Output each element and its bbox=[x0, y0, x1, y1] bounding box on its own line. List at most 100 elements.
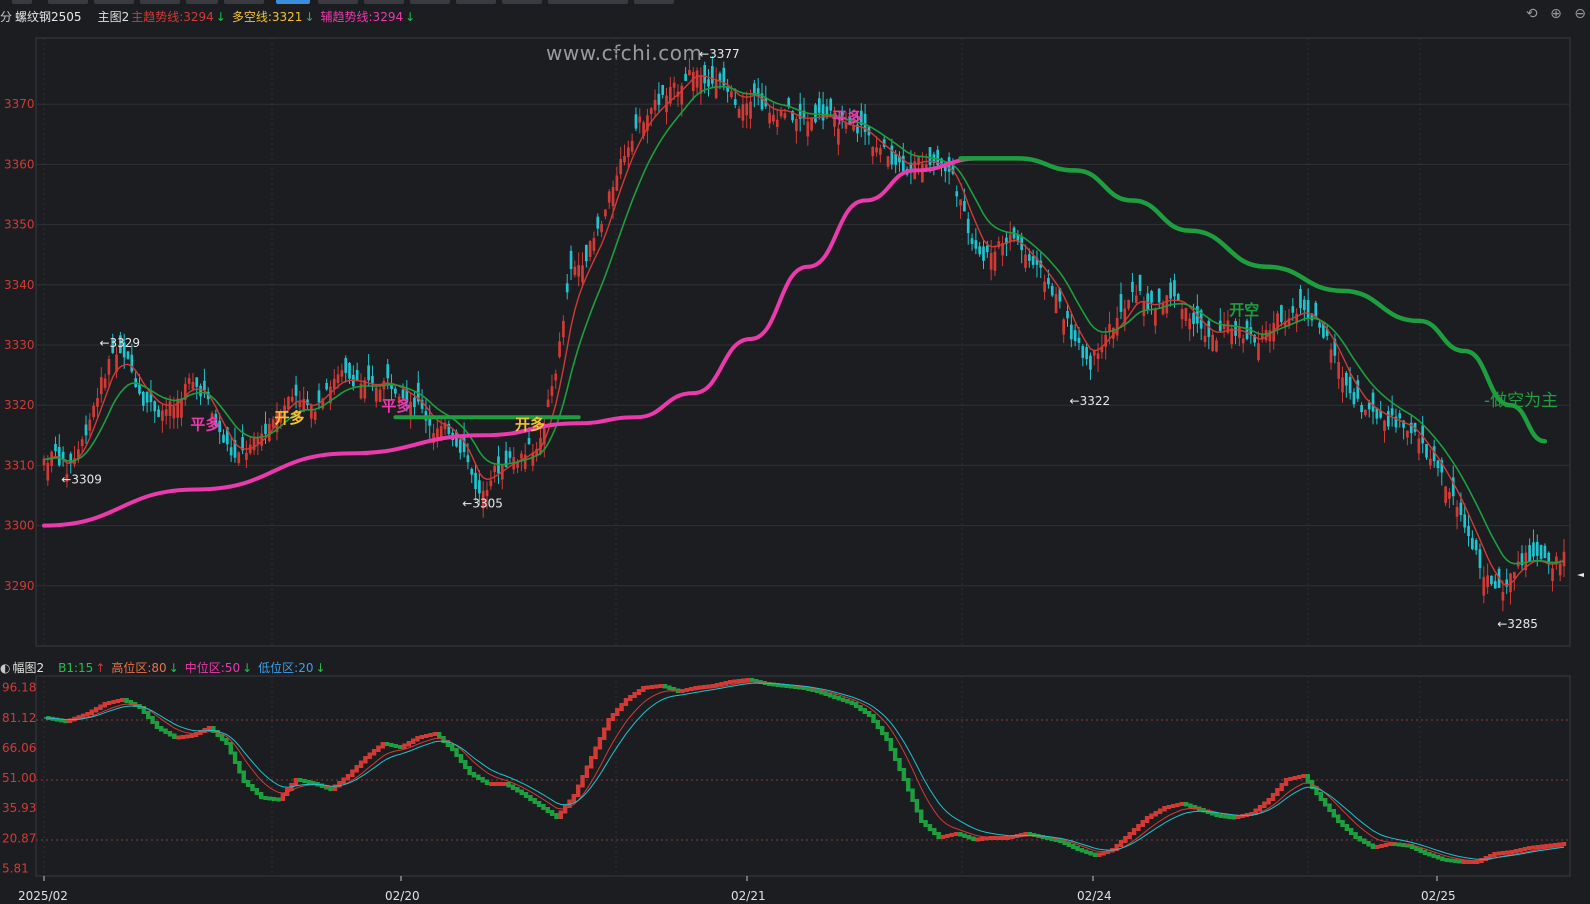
candle-body bbox=[130, 354, 134, 372]
oscillator-bar bbox=[384, 742, 390, 746]
candle-body bbox=[562, 320, 565, 338]
oscillator-bar bbox=[1227, 815, 1232, 819]
candle-body bbox=[1050, 285, 1054, 296]
oscillator-bar bbox=[732, 679, 737, 684]
signal-label: 平多 bbox=[832, 108, 862, 126]
oscillator-bar bbox=[228, 742, 233, 755]
candle-body bbox=[1031, 256, 1035, 265]
extreme-price-label: ←3309 bbox=[61, 472, 102, 486]
candle-body bbox=[1119, 293, 1123, 312]
candle-body bbox=[1280, 305, 1283, 322]
oscillator-bar bbox=[1379, 844, 1384, 848]
oscillator-bar bbox=[480, 777, 485, 783]
oscillator-bar bbox=[306, 780, 312, 784]
oscillator-bar bbox=[1544, 844, 1549, 848]
candle-body bbox=[1474, 539, 1478, 551]
candle-body bbox=[993, 251, 997, 271]
candle-body bbox=[374, 387, 378, 402]
oscillator-bar bbox=[1331, 809, 1337, 818]
y-tick-label: 3320 bbox=[4, 398, 35, 412]
candle-body bbox=[96, 398, 99, 407]
oscillator-bar bbox=[371, 749, 377, 756]
oscillator-bar bbox=[906, 778, 911, 792]
oscillator-bar bbox=[910, 788, 915, 802]
oscillator-bar bbox=[1188, 803, 1193, 808]
oscillator-bar bbox=[193, 732, 199, 737]
candle-body bbox=[588, 241, 592, 257]
oscillator-bar bbox=[519, 789, 524, 795]
long-short-line bbox=[958, 156, 1548, 444]
oscillator-bar bbox=[1349, 828, 1354, 835]
oscillator-bar bbox=[1170, 804, 1176, 808]
candle-body bbox=[1081, 345, 1085, 358]
oscillator-bar bbox=[949, 833, 954, 837]
chart-canvas[interactable]: 3370 3360 3350 3340 3330 3320 3310 3300 3290 96.1… bbox=[0, 0, 1590, 904]
x-tick-label: 02/25 bbox=[1421, 889, 1456, 903]
oscillator-bar bbox=[1270, 793, 1276, 801]
sub-y-tick-label: 35.93 bbox=[2, 801, 36, 815]
oscillator-bar bbox=[497, 782, 503, 786]
candle-body bbox=[875, 147, 878, 153]
candle-body bbox=[604, 209, 607, 217]
oscillator-bar bbox=[245, 780, 251, 787]
oscillator-bar bbox=[919, 809, 924, 823]
candle-body bbox=[573, 266, 577, 276]
candle-body bbox=[1532, 542, 1535, 557]
oscillator-bar bbox=[1518, 848, 1523, 852]
oscillator-bar bbox=[345, 774, 351, 781]
oscillator-bar bbox=[1444, 858, 1449, 862]
oscillator-bar bbox=[476, 774, 481, 780]
oscillator-bar bbox=[966, 835, 972, 840]
candle-body bbox=[1551, 568, 1554, 581]
oscillator-bar bbox=[402, 743, 407, 749]
candle-body bbox=[1444, 486, 1447, 504]
candle-body bbox=[187, 378, 191, 384]
candle-body bbox=[344, 358, 348, 373]
oscillator-bar bbox=[250, 784, 255, 791]
candle-body bbox=[88, 419, 92, 431]
candle-body bbox=[199, 385, 202, 397]
candle-body bbox=[970, 238, 974, 244]
oscillator-bar bbox=[376, 745, 381, 752]
oscillator-bar bbox=[1292, 776, 1297, 780]
oscillator-bar bbox=[380, 742, 385, 749]
extreme-price-label: ←3305 bbox=[462, 497, 503, 511]
oscillator-bar bbox=[1453, 859, 1458, 863]
oscillator-bar bbox=[1275, 788, 1280, 796]
candle-body bbox=[107, 359, 111, 375]
candle-body bbox=[222, 434, 225, 443]
candle-body bbox=[1150, 290, 1153, 303]
oscillator-bar bbox=[432, 732, 438, 736]
oscillator-bar bbox=[276, 797, 281, 802]
candle-body bbox=[176, 398, 180, 418]
candle-body bbox=[332, 378, 336, 389]
candle-body bbox=[680, 85, 684, 105]
candle-body bbox=[558, 341, 561, 357]
oscillator-bar bbox=[853, 702, 859, 708]
candle-body bbox=[355, 369, 359, 382]
oscillator-bar bbox=[254, 788, 259, 795]
oscillator-bar bbox=[1071, 844, 1076, 849]
oscillator-bar bbox=[1540, 844, 1545, 849]
oscillator-bar bbox=[489, 782, 494, 786]
candle-body bbox=[172, 406, 176, 419]
x-tick-label: 2025/02 bbox=[18, 889, 68, 903]
main-trend-line bbox=[42, 156, 982, 528]
oscillator-bar bbox=[1144, 816, 1150, 823]
oscillator-bar bbox=[1357, 836, 1363, 842]
oscillator-bar bbox=[1561, 842, 1567, 846]
candle-body bbox=[695, 70, 699, 88]
oscillator-bar bbox=[354, 765, 359, 773]
oscillator-bar bbox=[1509, 850, 1515, 854]
candle-body bbox=[145, 391, 149, 403]
oscillator-bar bbox=[1344, 824, 1350, 831]
oscillator-bar bbox=[241, 770, 246, 783]
sub-y-tick-label: 51.00 bbox=[2, 771, 36, 785]
oscillator-bar bbox=[1322, 798, 1328, 807]
candle-body bbox=[1383, 420, 1386, 431]
oscillator-bar bbox=[619, 703, 624, 711]
candle-body bbox=[1501, 592, 1505, 601]
candle-body bbox=[879, 148, 882, 155]
oscillator-bar bbox=[571, 794, 577, 803]
candle-body bbox=[1299, 289, 1302, 309]
